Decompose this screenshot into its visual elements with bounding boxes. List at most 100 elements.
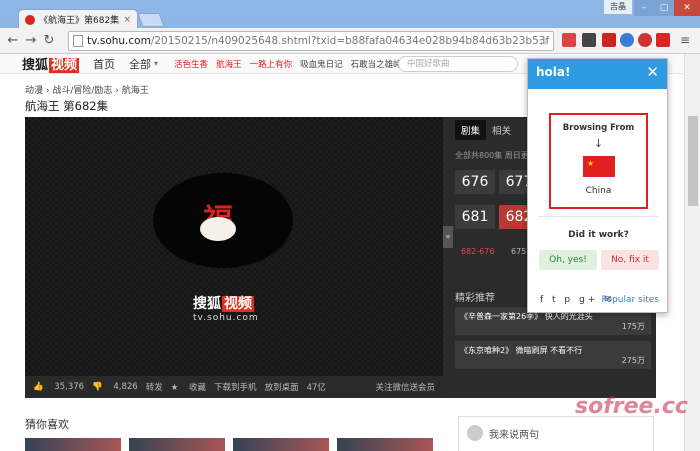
browsing-from-label: Browsing From xyxy=(562,123,635,133)
url-path: /20150215/n409025648.shtml?txid=b88fafa0… xyxy=(150,35,550,47)
video-thumbnail[interactable] xyxy=(25,438,121,451)
did-it-work-label: Did it work? xyxy=(568,230,629,240)
reload-icon[interactable]: ↻ xyxy=(40,33,58,48)
expand-sidebar-icon[interactable]: » xyxy=(443,226,453,248)
hot-link[interactable]: 活色生香 xyxy=(174,58,208,70)
extension-icon[interactable] xyxy=(582,33,596,47)
scrollbar-thumb[interactable] xyxy=(688,116,698,206)
china-flag-icon[interactable]: ★ xyxy=(583,156,615,177)
comment-input[interactable]: 我来说两句 xyxy=(458,416,654,451)
address-bar[interactable]: tv.sohu.com /20150215/n409025648.shtml?t… xyxy=(68,31,554,51)
wechat-follow-link[interactable]: 关注微信送会员 xyxy=(375,381,435,393)
like-count-value: 35,376 xyxy=(54,382,85,392)
recommend-views: 175万 xyxy=(621,322,645,331)
fix-it-button[interactable]: No, fix it xyxy=(601,250,659,270)
favorite-button[interactable]: ★ 收藏 xyxy=(171,381,206,393)
browser-tab[interactable]: 《航海王》第682集 - 蒙... × xyxy=(18,9,138,29)
scrollbar[interactable] xyxy=(684,54,700,451)
hola-popup: hola! ✕ Browsing From ↓ ★ China Did it w… xyxy=(527,58,668,313)
extension-icon[interactable] xyxy=(602,33,616,47)
guess-thumbnails xyxy=(25,438,433,451)
guess-you-like-heading: 猜你喜欢 xyxy=(25,418,69,431)
like-count[interactable]: 👍 35,376 xyxy=(33,382,84,392)
hot-link[interactable]: 一路上有你 xyxy=(250,58,293,70)
hot-link[interactable]: 吸血鬼日记 xyxy=(300,58,343,70)
user-profile-badge[interactable]: 吉晶 xyxy=(604,0,632,14)
recommend-item[interactable]: 《东京喰种2》 微喵刷屏 不看不行 275万 xyxy=(455,341,651,369)
tab-close-icon[interactable]: × xyxy=(123,15,131,25)
recommend-heading: 精彩推荐 xyxy=(455,293,495,304)
episode-range-active[interactable]: 682-676 xyxy=(461,247,494,256)
sheep-mascot xyxy=(200,217,236,241)
video-thumbnail[interactable] xyxy=(233,438,329,451)
recommend-views: 275万 xyxy=(621,356,645,365)
logo-box-text: 视频 xyxy=(222,296,254,312)
tab-episodes[interactable]: 剧集 xyxy=(455,120,487,140)
page-icon xyxy=(73,35,83,47)
hot-link[interactable]: 石敢当之雄峙 xyxy=(351,58,402,70)
logo-box-text: 视频 xyxy=(49,58,80,73)
play-count: 47亿 xyxy=(306,383,326,393)
browsing-from-box[interactable]: Browsing From ↓ ★ China xyxy=(549,113,648,209)
extension-icon[interactable] xyxy=(620,33,634,47)
nav-all[interactable]: 全部 xyxy=(129,56,151,72)
gmail-extension-icon[interactable] xyxy=(562,33,576,47)
chevron-down-icon[interactable]: ▾ xyxy=(154,59,158,68)
sohu-favicon-icon xyxy=(25,14,35,25)
logo-text: 搜狐 xyxy=(193,296,221,312)
close-window-button[interactable]: ✕ xyxy=(674,0,700,16)
sohu-video-logo[interactable]: 搜狐 视频 xyxy=(22,54,80,73)
add-to-desktop-button[interactable]: 放到桌面 xyxy=(265,381,299,393)
recommend-title: 《东京喰种2》 微喵刷屏 不看不行 xyxy=(460,346,583,355)
nav-home[interactable]: 首页 xyxy=(93,56,115,72)
back-icon[interactable]: ← xyxy=(4,33,22,48)
minimize-button[interactable]: – xyxy=(634,0,654,16)
maximize-button[interactable]: ▢ xyxy=(654,0,674,16)
adblock-icon[interactable] xyxy=(638,33,652,47)
dislike-count[interactable]: 👎 4,826 xyxy=(92,382,138,392)
tab-strip: 《航海王》第682集 - 蒙... × 吉晶 – ▢ ✕ xyxy=(0,0,700,29)
url-host: tv.sohu.com xyxy=(87,35,151,47)
watermark: sofree.cc xyxy=(575,394,688,419)
favorite-label: 收藏 xyxy=(189,383,207,393)
popular-sites-link[interactable]: Popular sites xyxy=(601,295,659,305)
sidebar-tabs: 剧集 相关 xyxy=(455,120,517,140)
download-to-phone-button[interactable]: 下载到手机 xyxy=(214,381,257,393)
video-player[interactable]: 福 搜狐视频 tv.sohu.com xyxy=(25,117,443,376)
hola-header: hola! ✕ xyxy=(528,59,667,89)
episode-total: 全部共800集 周日更新 xyxy=(455,151,537,160)
country-label: China xyxy=(585,186,612,196)
hot-link[interactable]: 航海王 xyxy=(216,58,242,70)
yes-button[interactable]: Oh, yes! xyxy=(539,250,597,270)
player-logo: 搜狐 视频 xyxy=(193,293,254,313)
video-thumbnail[interactable] xyxy=(337,438,433,451)
bookmark-star-icon[interactable]: ☆ xyxy=(538,34,549,48)
tab-title: 《航海王》第682集 - 蒙... xyxy=(39,16,120,26)
hola-logo: hola! xyxy=(536,65,571,79)
dislike-count-value: 4,826 xyxy=(113,382,138,392)
breadcrumb[interactable]: 动漫 › 战斗/冒险/励志 › 航海王 xyxy=(25,83,149,96)
avatar xyxy=(467,425,483,441)
hola-china-flag-icon[interactable] xyxy=(656,33,670,47)
episode-button[interactable]: 676 xyxy=(455,170,495,194)
menu-icon[interactable]: ≡ xyxy=(678,33,692,47)
share-button[interactable]: 转发 xyxy=(146,381,163,393)
divider xyxy=(538,216,659,217)
recommend-title: 《辛普森一家第26季》 快人的光涯头 xyxy=(460,312,593,321)
browser-toolbar: ← → ↻ tv.sohu.com /20150215/n409025648.s… xyxy=(0,28,700,54)
video-action-bar: 👍 35,376 👎 4,826 转发 ★ 收藏 下载到手机 放到桌面 47亿 … xyxy=(25,376,443,398)
arrow-down-icon: ↓ xyxy=(593,137,604,150)
video-thumbnail[interactable] xyxy=(129,438,225,451)
site-search-input[interactable]: 中国好歌曲 xyxy=(398,56,518,72)
new-tab-button[interactable] xyxy=(137,13,165,27)
close-icon[interactable]: ✕ xyxy=(646,63,659,81)
episode-button[interactable]: 681 xyxy=(455,205,495,229)
episode-range[interactable]: 675 xyxy=(511,247,526,256)
tab-related[interactable]: 相关 xyxy=(486,120,517,140)
player-url: tv.sohu.com xyxy=(193,313,259,323)
page-title: 航海王 第682集 xyxy=(25,99,109,113)
comment-placeholder: 我来说两句 xyxy=(489,430,539,441)
forward-icon[interactable]: → xyxy=(22,33,40,48)
logo-text: 搜狐 xyxy=(22,58,49,73)
browser-window: 《航海王》第682集 - 蒙... × 吉晶 – ▢ ✕ ← → ↻ tv.so… xyxy=(0,0,700,451)
